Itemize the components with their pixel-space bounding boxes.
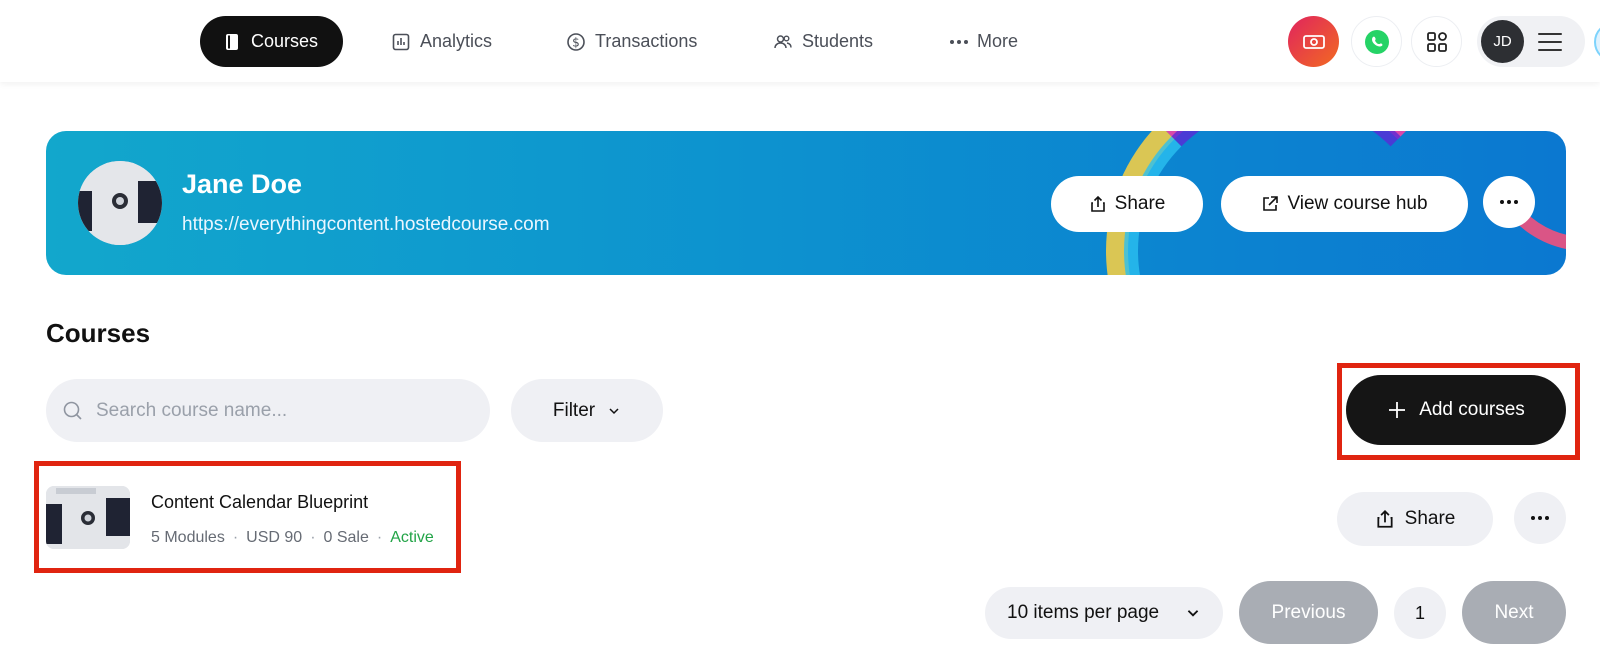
svg-text:$: $ <box>572 35 580 49</box>
dollar-circle-icon: $ <box>567 32 585 51</box>
nav-item-transactions[interactable]: $ Transactions <box>544 16 719 67</box>
separator-dot: · <box>232 529 239 546</box>
course-thumbnail[interactable] <box>46 486 130 549</box>
ellipsis-icon <box>950 39 968 44</box>
book-icon <box>226 33 238 50</box>
banner-more-button[interactable] <box>1483 176 1535 228</box>
chevron-down-icon <box>1187 610 1199 617</box>
course-meta: 5 Modules · USD 90 · 0 Sale · Active <box>151 529 434 547</box>
nav-item-label: Transactions <box>595 31 698 51</box>
profile-banner: Jane Doe https://everythingcontent.hoste… <box>46 131 1566 275</box>
filter-button[interactable]: Filter <box>511 379 663 442</box>
share-label: Share <box>1114 193 1166 214</box>
course-title[interactable]: Content Calendar Blueprint <box>151 492 368 513</box>
share-icon <box>1090 195 1105 212</box>
page-number[interactable]: 1 <box>1394 587 1446 639</box>
nav-item-label: Courses <box>251 31 319 51</box>
course-sales: 0 Sale <box>323 529 369 546</box>
nav-item-students[interactable]: Students <box>751 16 895 67</box>
chevron-down-icon <box>609 407 619 414</box>
hamburger-menu-icon <box>1538 32 1562 51</box>
course-more-button[interactable] <box>1514 492 1566 544</box>
whatsapp-icon <box>1364 29 1389 54</box>
per-page-label: 10 items per page <box>1007 602 1160 623</box>
share-icon <box>1377 509 1393 528</box>
course-share-button[interactable]: Share <box>1337 492 1493 546</box>
plus-icon <box>1389 402 1406 418</box>
desk-image-icon <box>78 161 162 245</box>
nav-item-label: Students <box>802 31 874 51</box>
separator-dot: · <box>310 529 316 546</box>
payout-button[interactable] <box>1288 16 1339 67</box>
avatar: JD <box>1481 20 1524 63</box>
ellipsis-icon <box>1500 200 1518 204</box>
view-course-hub-button[interactable]: View course hub <box>1221 176 1468 232</box>
apps-grid-icon <box>1426 31 1447 52</box>
separator-dot: · <box>376 529 383 546</box>
items-per-page-select[interactable]: 10 items per page <box>985 587 1223 639</box>
nav-item-courses[interactable]: Courses <box>200 16 343 67</box>
share-label: Share <box>1404 508 1456 529</box>
support-icon[interactable] <box>1594 22 1600 62</box>
whatsapp-button[interactable] <box>1351 16 1402 67</box>
share-hub-button[interactable]: Share <box>1051 176 1203 232</box>
courses-heading: Courses <box>46 318 151 348</box>
filter-label: Filter <box>552 399 596 421</box>
top-navigation: Courses Analytics $ Transactions Student… <box>0 0 1600 82</box>
nav-item-analytics[interactable]: Analytics <box>369 16 514 67</box>
course-modules: 5 Modules <box>151 529 225 546</box>
nav-item-more[interactable]: More <box>928 16 1040 67</box>
desk-image-icon <box>46 486 130 549</box>
previous-page-button[interactable]: Previous <box>1239 581 1378 644</box>
profile-menu[interactable]: JD <box>1477 16 1585 67</box>
course-price: USD 90 <box>246 529 303 546</box>
add-courses-label: Add courses <box>1419 399 1525 420</box>
profile-name: Jane Doe <box>182 169 303 199</box>
users-icon <box>774 34 792 48</box>
profile-avatar <box>78 161 162 245</box>
next-page-button[interactable]: Next <box>1462 581 1566 644</box>
nav-item-label: More <box>977 31 1019 51</box>
add-courses-button[interactable]: Add courses <box>1346 375 1566 445</box>
nav-item-label: Analytics <box>420 31 493 51</box>
bar-chart-icon <box>392 33 410 50</box>
ellipsis-icon <box>1531 516 1549 520</box>
search-icon <box>63 401 82 420</box>
apps-button[interactable] <box>1411 16 1462 67</box>
status-badge: Active <box>390 529 434 546</box>
profile-url[interactable]: https://everythingcontent.hostedcourse.c… <box>182 214 550 236</box>
search-input[interactable] <box>96 399 456 422</box>
external-link-icon <box>1263 196 1279 211</box>
money-icon <box>1302 34 1325 49</box>
search-field[interactable] <box>46 379 490 442</box>
view-hub-label: View course hub <box>1287 193 1428 214</box>
